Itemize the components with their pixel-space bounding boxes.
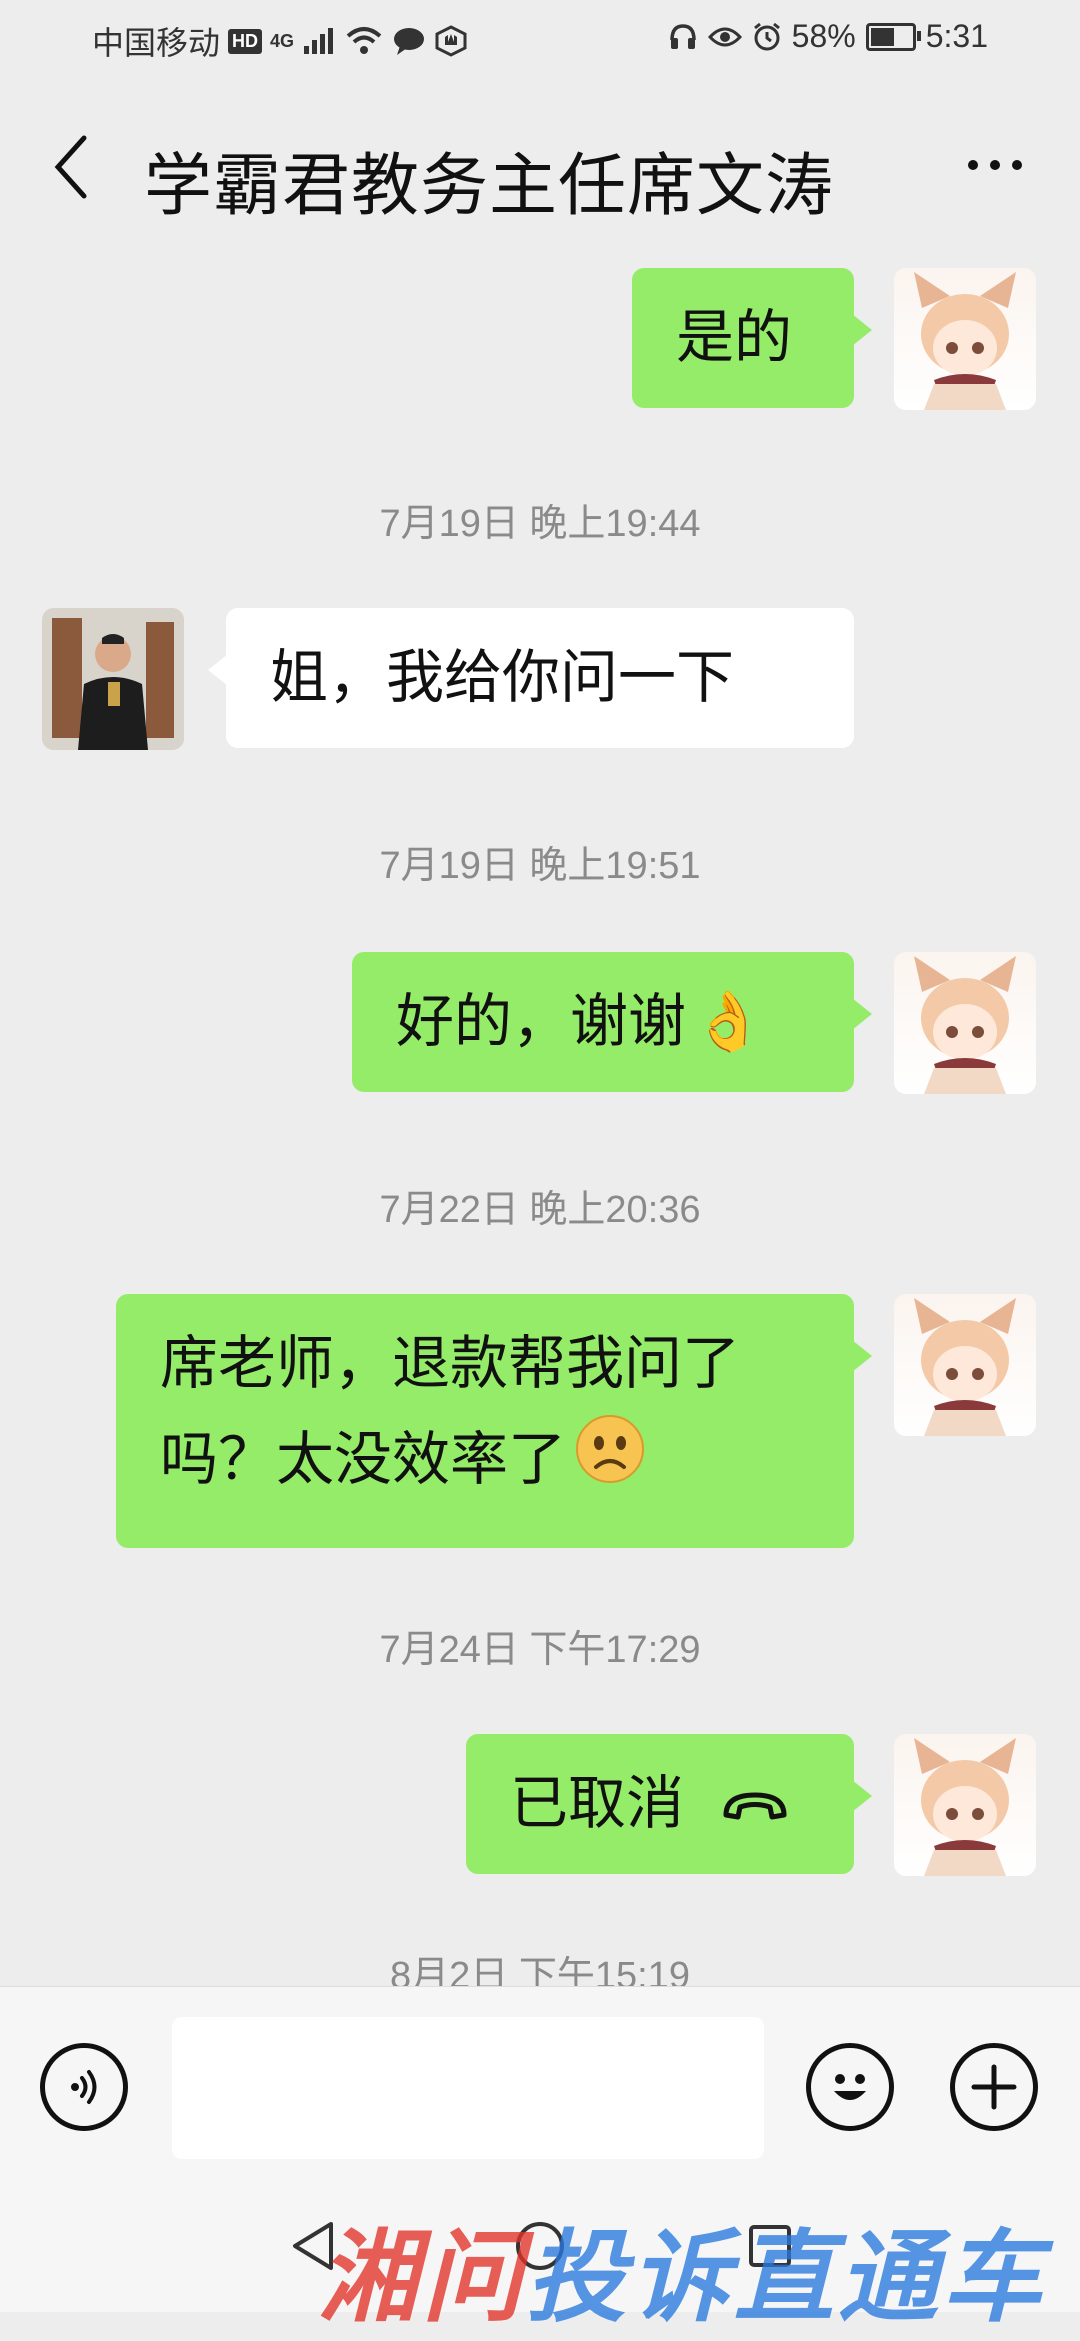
phone-hangup-icon [720, 1760, 790, 1856]
my-avatar[interactable] [894, 952, 1036, 1094]
message-bubble-sent[interactable]: 是的 [632, 268, 872, 408]
message-text: 是的 [676, 305, 793, 370]
cat-girl-avatar-icon [914, 272, 1016, 410]
signal-icon [304, 28, 334, 54]
status-left: 中国移动 HD 4G [92, 18, 468, 64]
app-notification-icon [435, 25, 467, 57]
chevron-left-icon [54, 135, 87, 199]
message-text: 已取消 [510, 1771, 685, 1836]
message-input[interactable] [172, 2017, 764, 2159]
more-horizontal-icon [968, 160, 978, 170]
my-avatar[interactable] [894, 1294, 1036, 1436]
wifi-icon [346, 27, 382, 54]
voice-button[interactable] [40, 2043, 128, 2131]
contact-avatar[interactable] [42, 608, 184, 750]
status-right: 58% 5:31 [668, 18, 988, 55]
emoji-icon [834, 2074, 866, 2100]
timestamp: 7月19日 晚上19:44 [379, 503, 701, 545]
frown-emoji-icon [574, 1413, 646, 1514]
chat-bubble-icon [394, 28, 425, 55]
message-bubble-sent[interactable]: 席老师，退款帮我问了 吗？太没效率了 [116, 1294, 872, 1548]
my-avatar[interactable] [894, 268, 1036, 410]
man-photo-avatar-icon [42, 608, 184, 750]
plus-button[interactable] [950, 2043, 1038, 2131]
alarm-icon [753, 22, 780, 50]
message-bubble-sent[interactable]: 好的，谢谢 👌 [352, 952, 872, 1092]
network-label: 4G [270, 30, 295, 51]
more-dot [1012, 160, 1022, 170]
message-text-line: 席老师，退款帮我问了 [160, 1331, 741, 1396]
voice-icon [71, 2070, 97, 2104]
message-text-line-2: 吗？太没效率了 [160, 1412, 810, 1514]
chat-header: 学霸君教务主任席文涛 [0, 82, 1080, 252]
timestamp: 7月24日 下午17:29 [379, 1629, 701, 1671]
emoji-button[interactable] [806, 2043, 894, 2131]
status-bar: 中国移动 HD 4G 58% 5:31 [0, 0, 1080, 82]
battery-percent: 58% [791, 18, 856, 54]
input-bar [0, 1986, 1080, 2187]
plus-icon [971, 2064, 1017, 2110]
call-cancelled-bubble[interactable]: 已取消 [466, 1734, 872, 1874]
watermark-text: 投诉直通车 [526, 2222, 1046, 2334]
battery-icon [865, 22, 921, 51]
cat-girl-avatar-icon [914, 1298, 1016, 1436]
ok-hand-emoji-icon: 👌 [692, 989, 765, 1054]
headset-icon [669, 23, 696, 49]
timestamp: 7月19日 晚上19:51 [379, 845, 701, 887]
message-text-line: 吗？太没效率了 [160, 1427, 567, 1492]
cat-girl-avatar-icon [914, 1738, 1016, 1876]
more-dot [990, 160, 1000, 170]
my-avatar[interactable] [894, 1734, 1036, 1876]
hd-badge: HD [228, 28, 263, 54]
timestamp: 7月22日 晚上20:36 [379, 1189, 701, 1231]
more-button[interactable] [950, 130, 1040, 200]
eye-icon [707, 27, 742, 46]
message-text: 姐，我给你问一下 [270, 645, 735, 710]
cat-girl-avatar-icon [914, 956, 1016, 1094]
carrier-label: 中国移动 [92, 25, 221, 61]
clock: 5:31 [925, 18, 988, 54]
message-bubble-received[interactable]: 姐，我给你问一下 [208, 608, 854, 748]
page-title: 学霸君教务主任席文涛 [144, 148, 835, 224]
back-button[interactable] [40, 122, 100, 212]
watermark-text: 湘问 [318, 2222, 526, 2334]
watermark-logo: 湘问投诉直通车 [318, 2196, 1046, 2341]
timestamp: 8月2日 下午15:19 [390, 1955, 690, 1986]
message-text: 好的，谢谢 [396, 989, 687, 1054]
chat-area[interactable]: 是的 7月19日 晚上19:44 姐，我给你问一下 7月19日 晚上19:51 … [0, 252, 1080, 1986]
